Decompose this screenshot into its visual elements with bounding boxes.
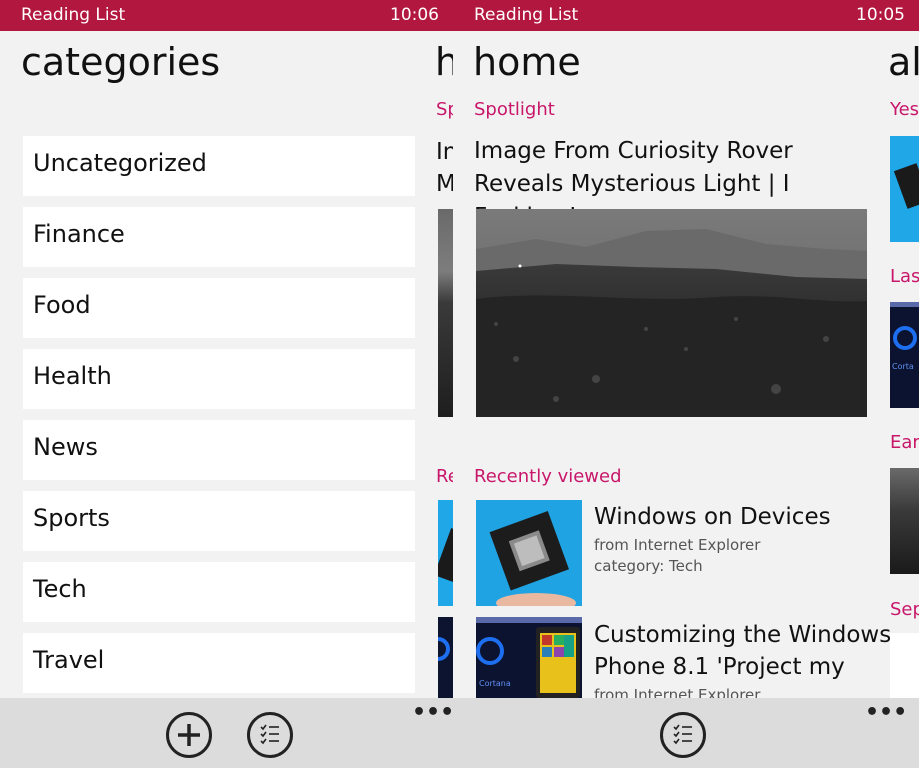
recent-item-source: from Internet Explorer [594, 536, 761, 554]
next-page-peek-title[interactable]: al [888, 40, 919, 84]
category-item-food[interactable]: Food [23, 278, 415, 338]
peek-section-sep: Sep [890, 599, 919, 620]
category-item-tech[interactable]: Tech [23, 562, 415, 622]
peek-item-card[interactable] [890, 633, 919, 698]
peek-thumb-1[interactable] [438, 500, 453, 606]
recent-item-title[interactable]: Customizing the Windows Phone 8.1 'Proje… [594, 619, 894, 683]
category-list: Uncategorized Finance Food Health News S… [23, 136, 415, 704]
next-page-peek-title[interactable]: h [435, 40, 453, 84]
status-bar: Reading List 10:05 [453, 0, 919, 31]
app-name: Reading List [21, 5, 126, 25]
peek-thumb-1[interactable] [890, 136, 919, 242]
categories-screen: Reading List 10:06 categories h Sp In M … [0, 0, 453, 768]
category-item-finance[interactable]: Finance [23, 207, 415, 267]
category-item-news[interactable]: News [23, 420, 415, 480]
clock: 10:06 [390, 5, 439, 25]
peek-spotlight-image[interactable] [438, 209, 453, 417]
clock: 10:05 [856, 5, 905, 25]
peek-section-spotlight: Sp [436, 99, 453, 120]
select-button[interactable] [247, 712, 293, 758]
mars-landscape-image [476, 209, 867, 417]
page-title: home [473, 40, 581, 84]
peek-text-1: In [436, 139, 453, 165]
home-screen: Reading List 10:05 home al Spotlight Ima… [453, 0, 919, 768]
add-category-button[interactable] [166, 712, 212, 758]
more-button[interactable]: ••• [412, 700, 453, 725]
recent-item-category: category: Tech [594, 557, 703, 575]
app-name: Reading List [474, 5, 579, 25]
spotlight-label: Spotlight [474, 99, 555, 120]
category-item-uncategorized[interactable]: Uncategorized [23, 136, 415, 196]
recently-viewed-label: Recently viewed [474, 466, 622, 487]
checklist-icon [673, 724, 692, 745]
more-button[interactable]: ••• [865, 700, 907, 725]
checklist-icon [260, 724, 279, 745]
app-bar: ••• [0, 698, 453, 768]
status-bar: Reading List 10:06 [0, 0, 453, 31]
peek-section-last: Las [890, 266, 919, 287]
recent-item-title[interactable]: Windows on Devices [594, 501, 884, 533]
category-item-sports[interactable]: Sports [23, 491, 415, 551]
category-item-health[interactable]: Health [23, 349, 415, 409]
thumb-caption: Cortana [479, 679, 511, 688]
peek-section-earlier: Ear [890, 432, 919, 453]
peek-thumb-2[interactable] [438, 617, 453, 698]
select-button[interactable] [660, 712, 706, 758]
peek-section-yesterday: Yes [890, 99, 919, 120]
spotlight-image[interactable] [476, 209, 867, 417]
plus-icon [178, 724, 200, 746]
page-title: categories [21, 40, 221, 84]
chip-image [476, 500, 582, 606]
peek-text-2: M [436, 171, 453, 197]
peek-thumb-3[interactable] [890, 468, 919, 574]
app-bar: ••• [453, 698, 919, 768]
peek-thumb-caption: Corta [892, 362, 914, 371]
peek-section-recent: Re [436, 466, 453, 487]
peek-thumb-2[interactable]: Corta [890, 302, 919, 408]
category-item-travel[interactable]: Travel [23, 633, 415, 693]
recent-item-thumb[interactable] [476, 500, 582, 606]
recent-item-thumb[interactable]: Cortana [476, 617, 582, 698]
